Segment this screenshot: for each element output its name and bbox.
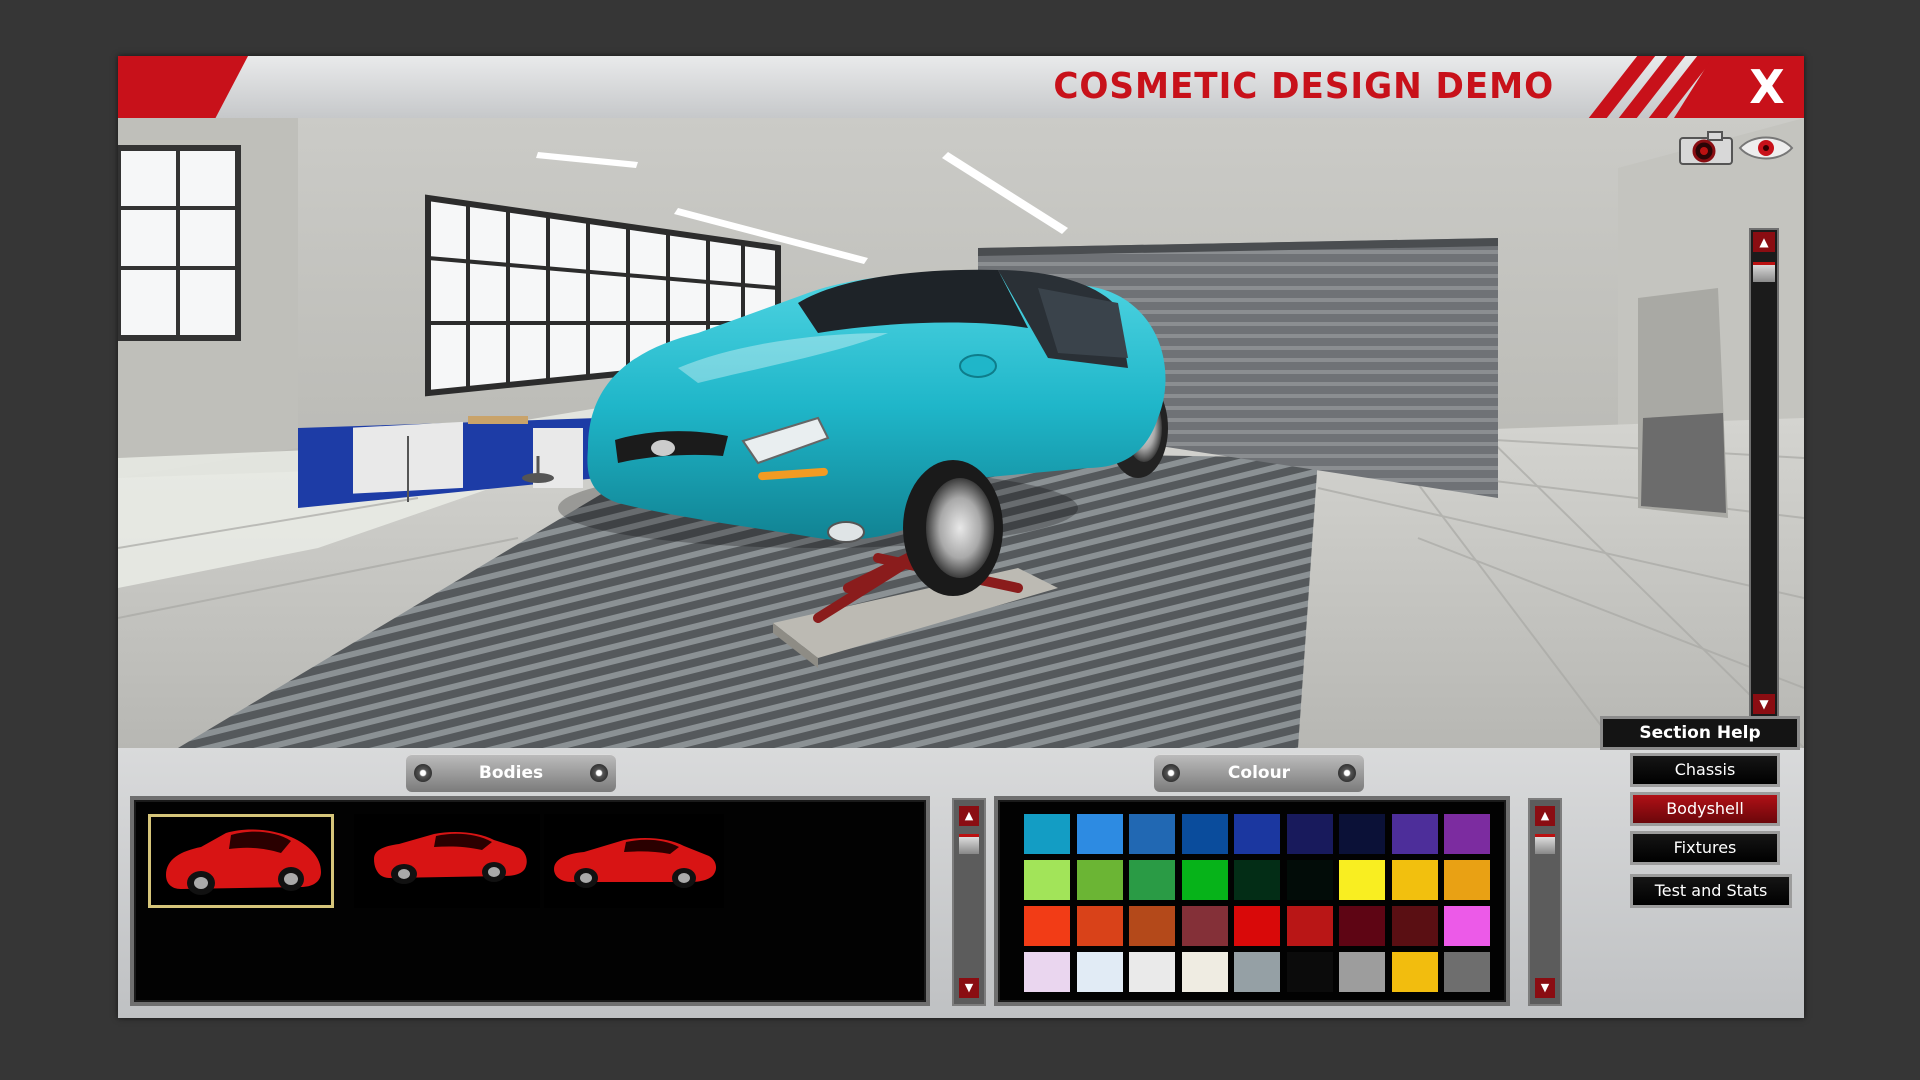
bodies-list <box>130 796 930 1006</box>
nav-fixtures-button[interactable]: Fixtures <box>1630 831 1780 865</box>
colour-swatch[interactable] <box>1024 906 1070 946</box>
zoom-slider-thumb[interactable] <box>1753 262 1775 282</box>
colour-swatch[interactable] <box>1024 860 1070 900</box>
colour-swatch[interactable] <box>1391 952 1438 992</box>
bolt-icon <box>1338 764 1356 782</box>
colour-swatch[interactable] <box>1339 952 1385 992</box>
colour-label-text: Colour <box>1227 763 1291 783</box>
colour-swatch[interactable] <box>1181 860 1228 900</box>
bodies-label-text: Bodies <box>478 763 544 783</box>
colour-swatch[interactable] <box>1234 906 1280 946</box>
nav-test-and-stats-button[interactable]: Test and Stats <box>1630 874 1792 908</box>
red-hatchback-icon <box>166 829 321 895</box>
colour-swatch[interactable] <box>1181 952 1228 992</box>
colour-swatch[interactable] <box>1391 860 1438 900</box>
title-bar: COSMETIC DESIGN DEMO X <box>118 56 1804 118</box>
bolt-icon <box>1162 764 1180 782</box>
scroll-thumb[interactable] <box>959 834 979 854</box>
bottom-panel: Bodies ▲ ▼ Colour ▲ ▼ <box>118 748 1804 1018</box>
colour-swatch[interactable] <box>1444 952 1490 992</box>
colour-swatch[interactable] <box>1181 906 1228 946</box>
colour-swatch[interactable] <box>1444 814 1490 854</box>
colour-swatch[interactable] <box>1286 860 1333 900</box>
camera-icon[interactable] <box>1678 130 1734 166</box>
close-button[interactable]: X <box>1744 62 1790 112</box>
garage-scene <box>118 118 1804 748</box>
zoom-down-arrow-icon[interactable]: ▼ <box>1753 694 1775 714</box>
window-left <box>118 145 241 341</box>
cosmetic-design-window: COSMETIC DESIGN DEMO X ▲ ▼ Bodies ▲ ▼ Co… <box>118 56 1804 1018</box>
colour-swatch[interactable] <box>1444 906 1490 946</box>
colour-swatch[interactable] <box>1391 814 1438 854</box>
colour-swatch[interactable] <box>1339 860 1385 900</box>
zoom-slider[interactable]: ▲ ▼ <box>1749 228 1779 718</box>
scroll-thumb[interactable] <box>1535 834 1555 854</box>
colour-swatch[interactable] <box>1076 952 1123 992</box>
colour-swatch[interactable] <box>1076 814 1123 854</box>
colour-swatch[interactable] <box>1286 814 1333 854</box>
body-option-sedan[interactable] <box>354 814 540 908</box>
bodies-scrollbar[interactable]: ▲ ▼ <box>952 798 986 1006</box>
colour-swatch[interactable] <box>1444 860 1490 900</box>
colour-swatch[interactable] <box>1286 952 1333 992</box>
colour-swatch[interactable] <box>1339 814 1385 854</box>
colour-swatch[interactable] <box>1234 952 1280 992</box>
colour-swatch[interactable] <box>1076 906 1123 946</box>
nav-chassis-button[interactable]: Chassis <box>1630 753 1780 787</box>
colour-scrollbar[interactable]: ▲ ▼ <box>1528 798 1562 1006</box>
bolt-icon <box>414 764 432 782</box>
section-help-title: Section Help <box>1600 716 1800 750</box>
colour-swatch[interactable] <box>1076 860 1123 900</box>
scroll-down-arrow-icon[interactable]: ▼ <box>1535 978 1555 998</box>
car-3d-viewport[interactable]: ▲ ▼ <box>118 118 1804 748</box>
red-sedan-icon <box>374 832 527 884</box>
body-option-coupe[interactable] <box>544 814 724 908</box>
colour-swatch[interactable] <box>1129 952 1175 992</box>
bodies-label: Bodies <box>406 754 616 792</box>
colour-label: Colour <box>1154 754 1364 792</box>
red-coupe-icon <box>554 838 717 888</box>
bolt-icon <box>590 764 608 782</box>
eye-icon[interactable] <box>1738 132 1794 164</box>
window-title: COSMETIC DESIGN DEMO <box>1053 66 1554 107</box>
colour-swatch[interactable] <box>1129 860 1175 900</box>
colour-swatch[interactable] <box>1024 814 1070 854</box>
colour-swatch[interactable] <box>1234 814 1280 854</box>
colour-swatch[interactable] <box>1234 860 1280 900</box>
colour-swatch[interactable] <box>1129 814 1175 854</box>
colour-swatch[interactable] <box>1339 906 1385 946</box>
zoom-up-arrow-icon[interactable]: ▲ <box>1753 232 1775 252</box>
body-option-hatchback[interactable] <box>148 814 334 908</box>
nav-bodyshell-button[interactable]: Bodyshell <box>1630 792 1780 826</box>
colour-palette <box>994 796 1510 1006</box>
colour-swatch[interactable] <box>1391 906 1438 946</box>
scroll-down-arrow-icon[interactable]: ▼ <box>959 978 979 998</box>
colour-swatch[interactable] <box>1181 814 1228 854</box>
scroll-up-arrow-icon[interactable]: ▲ <box>1535 806 1555 826</box>
colour-swatch[interactable] <box>1286 906 1333 946</box>
title-accent-left <box>118 56 248 118</box>
colour-swatch[interactable] <box>1024 952 1070 992</box>
colour-swatch[interactable] <box>1129 906 1175 946</box>
scroll-up-arrow-icon[interactable]: ▲ <box>959 806 979 826</box>
